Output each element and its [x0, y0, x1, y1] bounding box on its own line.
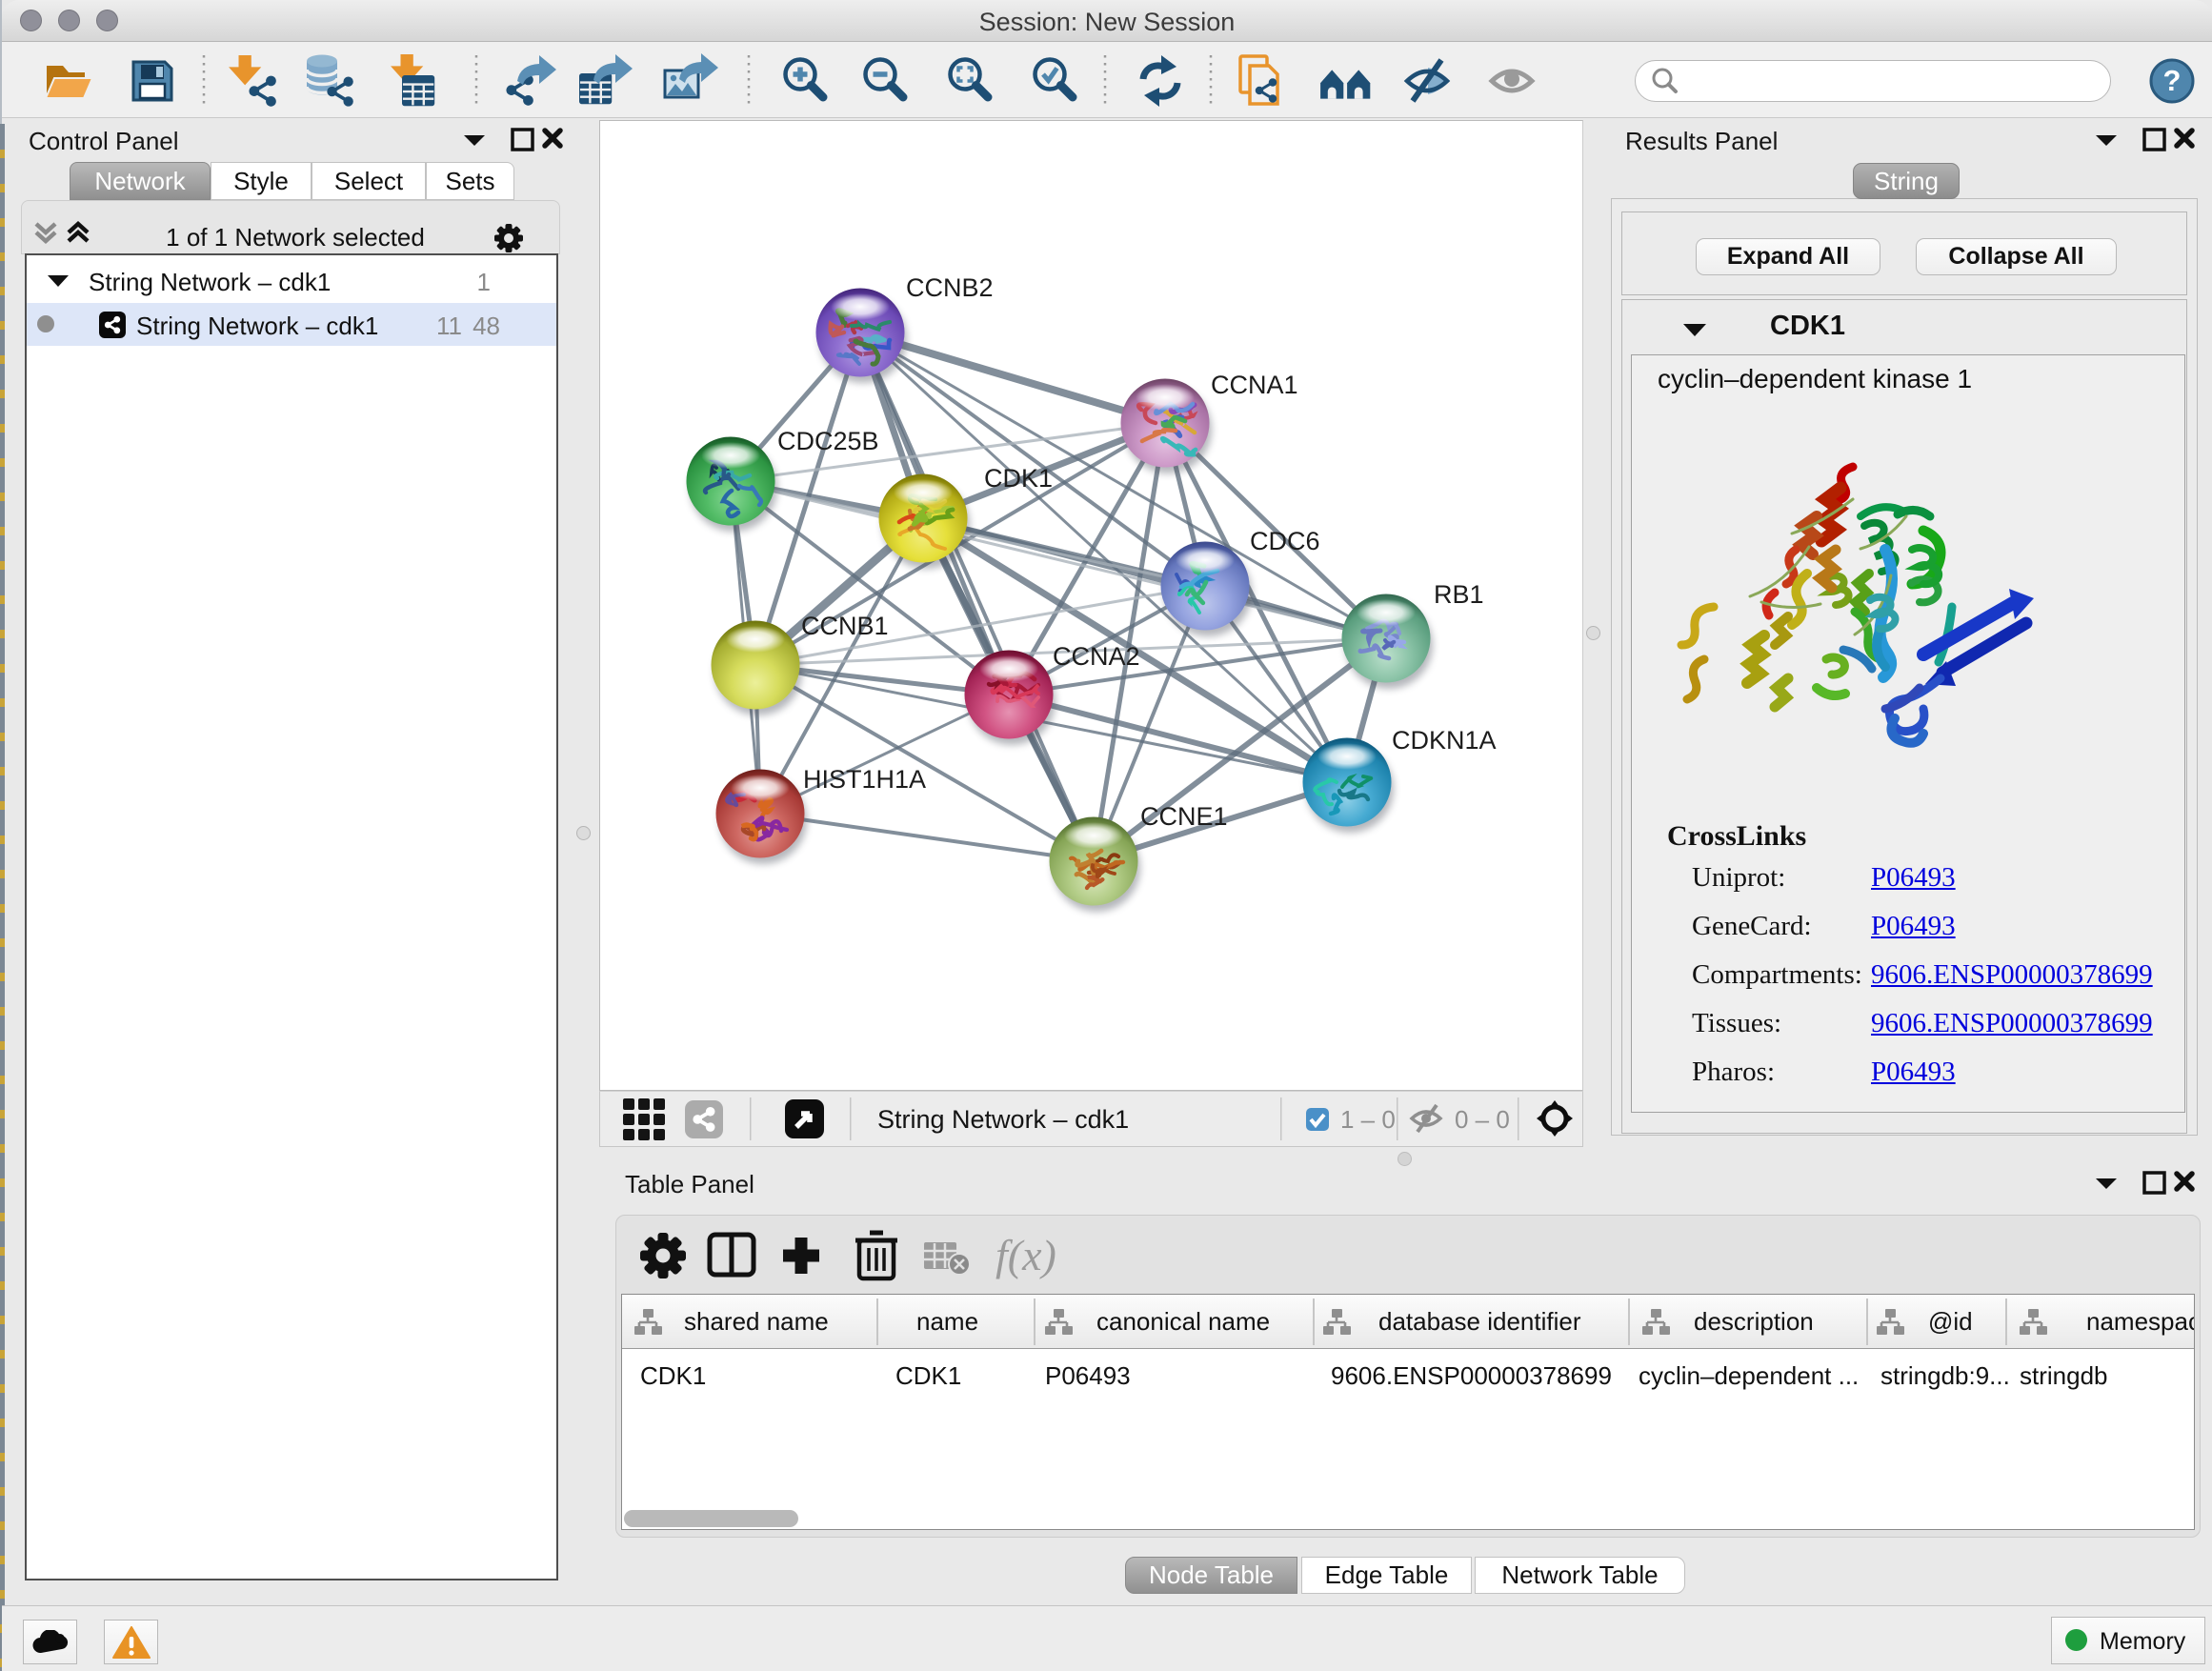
svg-text:1 – 0: 1 – 0 — [1340, 1105, 1396, 1134]
svg-text:CCNE1: CCNE1 — [1140, 802, 1228, 831]
svg-text:CDC6: CDC6 — [1250, 527, 1320, 555]
svg-text:canonical name: canonical name — [1096, 1307, 1270, 1336]
svg-text:?: ? — [2163, 64, 2182, 97]
svg-text:RB1: RB1 — [1434, 580, 1484, 609]
svg-text:f(x): f(x) — [995, 1231, 1056, 1279]
svg-text:CCNA1: CCNA1 — [1211, 371, 1298, 399]
svg-text:database identifier: database identifier — [1378, 1307, 1581, 1336]
svg-text:HIST1H1A: HIST1H1A — [803, 765, 926, 794]
svg-text:description: description — [1694, 1307, 1814, 1336]
svg-text:shared name: shared name — [684, 1307, 829, 1336]
svg-text:name: name — [916, 1307, 978, 1336]
svg-text:0 – 0: 0 – 0 — [1455, 1105, 1510, 1134]
svg-text:@id: @id — [1928, 1307, 1973, 1336]
svg-text:CDKN1A: CDKN1A — [1392, 726, 1497, 755]
svg-text:CCNB1: CCNB1 — [801, 612, 889, 640]
svg-text:CCNB2: CCNB2 — [906, 273, 994, 302]
svg-text:String Network – cdk1: String Network – cdk1 — [877, 1105, 1129, 1134]
svg-text:CDK1: CDK1 — [984, 464, 1053, 493]
svg-text:CDC25B: CDC25B — [777, 427, 879, 455]
svg-text:namespace: namespace — [2086, 1307, 2194, 1336]
svg-text:CCNA2: CCNA2 — [1053, 642, 1140, 671]
